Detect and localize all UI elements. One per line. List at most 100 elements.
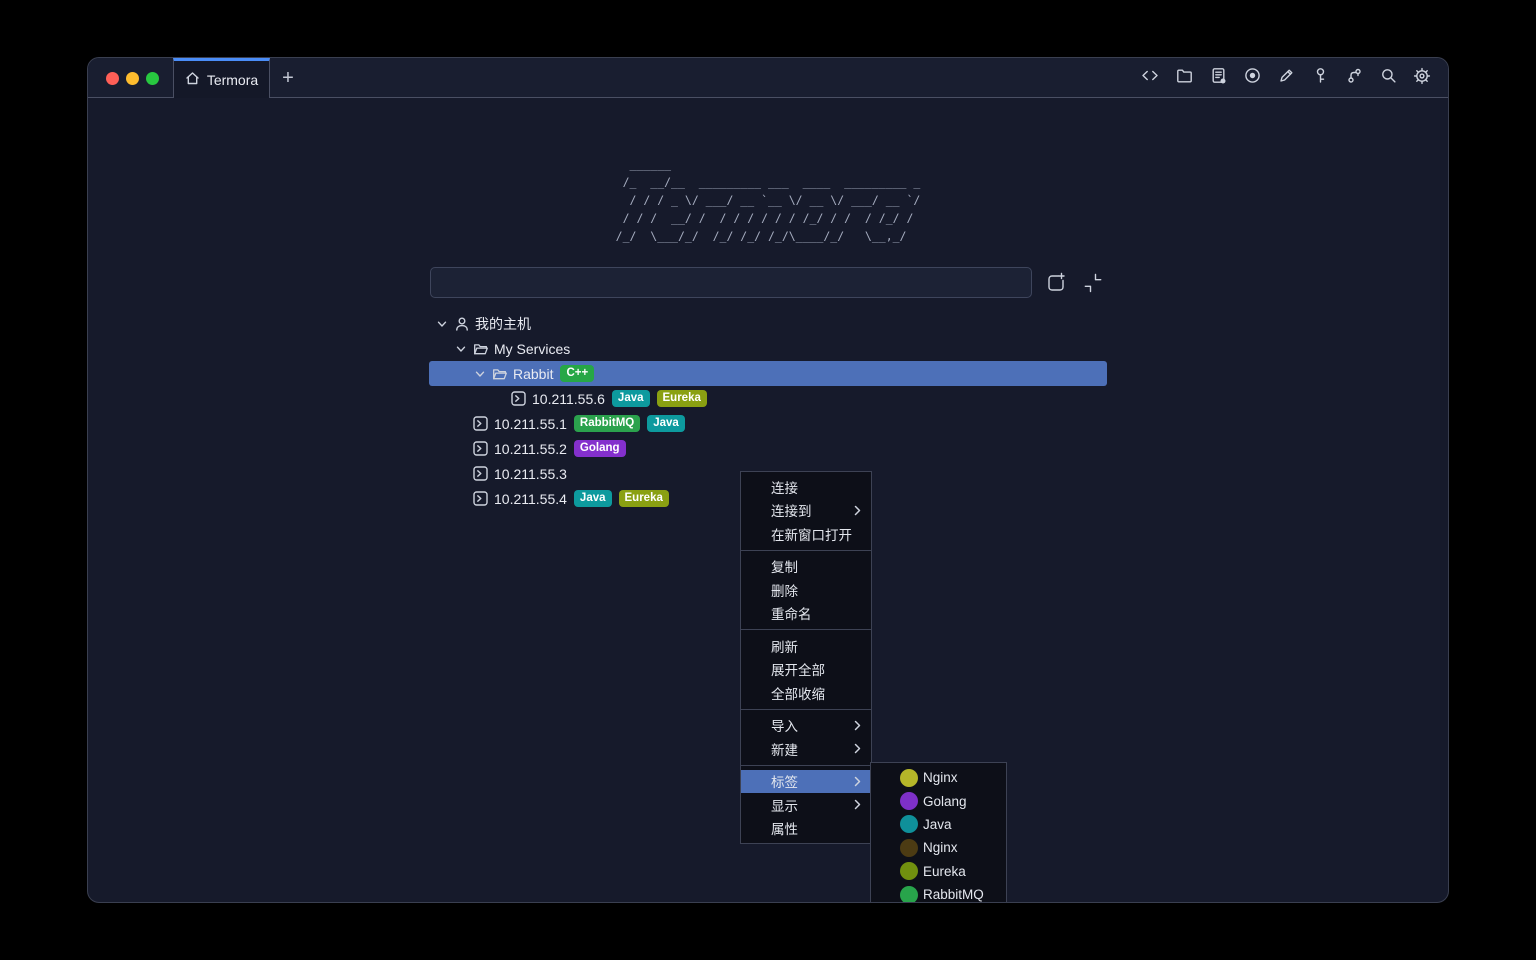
menu-separator <box>741 709 871 710</box>
submenu-item-label: Golang <box>923 794 967 809</box>
toolbar-folder-button[interactable] <box>1172 66 1196 90</box>
app-window: Termora + ______ /_ __/__ _________ ___ … <box>88 58 1448 902</box>
log-icon <box>1210 67 1227 89</box>
main-content: ______ /_ __/__ _________ ___ ____ _____… <box>88 155 1448 902</box>
collapse-all-button[interactable] <box>1080 270 1106 296</box>
search-row <box>430 267 1106 298</box>
submenu-arrow-icon <box>854 776 862 787</box>
menu-item-label: 重命名 <box>771 603 812 623</box>
submenu-item-tag-nginx-2[interactable]: Nginx <box>871 836 1006 859</box>
toolbar-log-button[interactable] <box>1206 66 1230 90</box>
toolbar-key-button[interactable] <box>1308 66 1332 90</box>
tree-item-my-hosts[interactable]: 我的主机 <box>429 311 1107 336</box>
submenu-item-label: Eureka <box>923 864 966 879</box>
submenu-item-tag-nginx-1[interactable]: Nginx <box>871 766 1006 789</box>
code-icon <box>1141 67 1159 89</box>
tag-badge: Eureka <box>619 490 669 507</box>
tag-badge: Eureka <box>657 390 707 407</box>
folder-open-icon <box>492 366 508 382</box>
terminal-icon <box>473 416 489 432</box>
tree-item-host-10-211-55-2[interactable]: 10.211.55.2Golang <box>429 436 1107 461</box>
tag-badge: Java <box>612 390 650 407</box>
new-tab-button[interactable]: + <box>270 58 306 98</box>
tag-color-dot <box>900 815 918 833</box>
chevron-down-icon[interactable] <box>455 343 467 355</box>
submenu-arrow-icon <box>854 505 862 516</box>
add-host-button[interactable] <box>1043 270 1069 296</box>
tree-item-label: 我的主机 <box>475 314 531 334</box>
user-icon <box>454 316 470 332</box>
menu-item-copy[interactable]: 复制 <box>741 555 871 579</box>
menu-item-properties[interactable]: 属性 <box>741 817 871 841</box>
tag-badge: Java <box>647 415 685 432</box>
menu-item-open-in-new-window[interactable]: 在新窗口打开 <box>741 522 871 546</box>
menu-item-label: 删除 <box>771 580 798 600</box>
menu-item-connect[interactable]: 连接 <box>741 475 871 499</box>
menu-item-refresh[interactable]: 刷新 <box>741 634 871 658</box>
menu-item-delete[interactable]: 删除 <box>741 578 871 602</box>
submenu-item-tag-java[interactable]: Java <box>871 813 1006 836</box>
traffic-lights <box>88 58 173 98</box>
tag-badge: RabbitMQ <box>574 415 640 432</box>
menu-item-tags[interactable]: 标签 <box>741 770 871 794</box>
toolbar-search-button[interactable] <box>1376 66 1400 90</box>
tag-badge: C++ <box>560 365 594 382</box>
home-icon <box>185 71 200 89</box>
submenu-item-tag-eureka[interactable]: Eureka <box>871 860 1006 883</box>
submenu-item-label: Java <box>923 817 952 832</box>
search-input[interactable] <box>430 267 1032 298</box>
tree-item-label: Rabbit <box>513 366 553 382</box>
tree-item-host-10-211-55-6[interactable]: 10.211.55.6 Java Eureka <box>429 386 1107 411</box>
record-icon <box>1244 67 1261 89</box>
ascii-logo: ______ /_ __/__ _________ ___ ____ _____… <box>616 155 921 245</box>
menu-item-import[interactable]: 导入 <box>741 714 871 738</box>
menu-item-show[interactable]: 显示 <box>741 793 871 817</box>
settings-icon <box>1413 67 1431 90</box>
menu-separator <box>741 765 871 766</box>
menu-item-connect-to[interactable]: 连接到 <box>741 499 871 523</box>
minimize-window-button[interactable] <box>126 72 139 85</box>
tag-color-dot <box>900 769 918 787</box>
toolbar-branch-button[interactable] <box>1342 66 1366 90</box>
submenu-item-tag-golang[interactable]: Golang <box>871 789 1006 812</box>
terminal-icon <box>473 466 489 482</box>
submenu-arrow-icon <box>854 799 862 810</box>
menu-item-label: 新建 <box>771 739 798 759</box>
submenu-item-label: Nginx <box>923 770 958 785</box>
submenu-arrow-icon <box>854 720 862 731</box>
chevron-down-icon[interactable] <box>436 318 448 330</box>
menu-item-collapse-all[interactable]: 全部收缩 <box>741 681 871 705</box>
toolbar-settings-button[interactable] <box>1410 66 1434 90</box>
zoom-window-button[interactable] <box>146 72 159 85</box>
toolbar-edit-button[interactable] <box>1274 66 1298 90</box>
tree-item-label: 10.211.55.2 <box>494 441 567 457</box>
tab-termora[interactable]: Termora <box>173 58 270 98</box>
tag-badge: Java <box>574 490 612 507</box>
close-window-button[interactable] <box>106 72 119 85</box>
tree-item-rabbit[interactable]: Rabbit C++ <box>429 361 1107 386</box>
menu-item-label: 刷新 <box>771 636 798 656</box>
menu-item-label: 显示 <box>771 795 798 815</box>
tree-item-my-services[interactable]: My Services <box>429 336 1107 361</box>
menu-item-label: 导入 <box>771 715 798 735</box>
menu-item-new[interactable]: 新建 <box>741 737 871 761</box>
tag-color-dot <box>900 862 918 880</box>
submenu-item-tag-rabbitmq[interactable]: RabbitMQ <box>871 883 1006 902</box>
submenu-arrow-icon <box>854 743 862 754</box>
folder-open-icon <box>473 341 489 357</box>
menu-item-expand-all[interactable]: 展开全部 <box>741 658 871 682</box>
terminal-icon <box>473 491 489 507</box>
menu-separator <box>741 550 871 551</box>
tree-item-host-10-211-55-1[interactable]: 10.211.55.1RabbitMQJava <box>429 411 1107 436</box>
tree-item-label: 10.211.55.6 <box>532 391 605 407</box>
toolbar-record-button[interactable] <box>1240 66 1264 90</box>
chevron-down-icon[interactable] <box>474 368 486 380</box>
menu-item-label: 连接 <box>771 477 798 497</box>
tree-item-label: 10.211.55.4 <box>494 491 567 507</box>
toolbar-code-button[interactable] <box>1138 66 1162 90</box>
menu-item-label: 复制 <box>771 556 798 576</box>
tag-submenu: NginxGolangJavaNginxEurekaRabbitMQC++管理标… <box>870 762 1007 902</box>
branch-icon <box>1346 67 1363 89</box>
menu-item-rename[interactable]: 重命名 <box>741 602 871 626</box>
toolbar <box>1138 58 1448 98</box>
